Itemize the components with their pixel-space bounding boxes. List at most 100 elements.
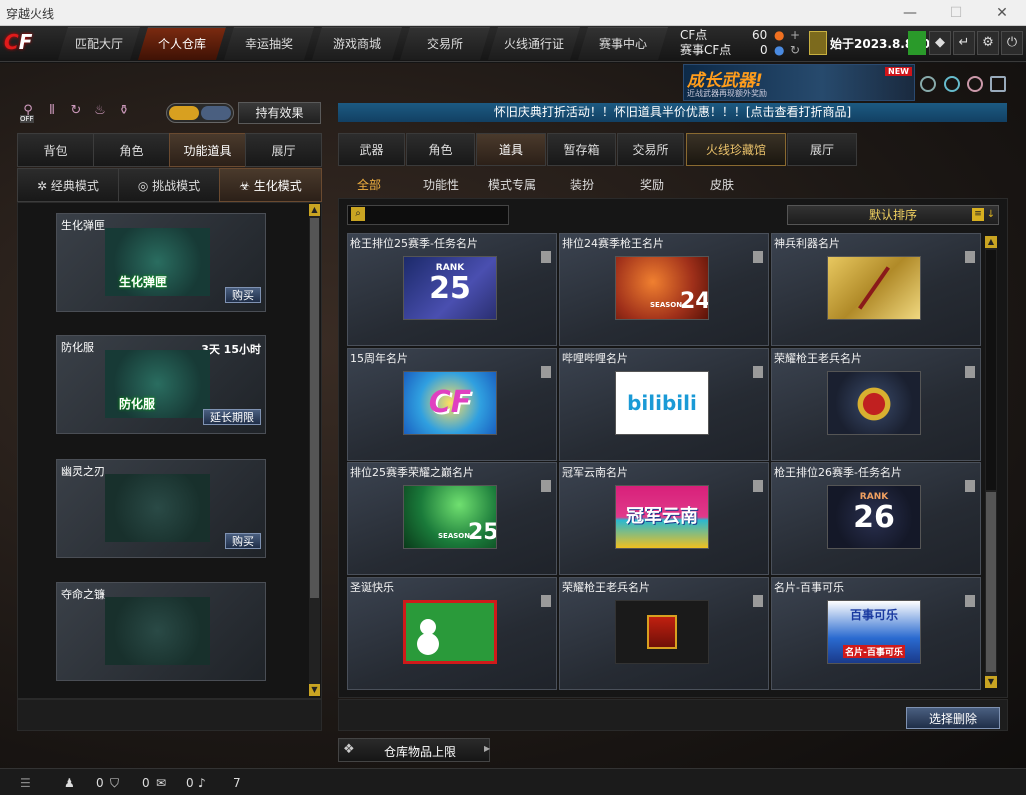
buy-button[interactable]: 购买 [225, 533, 261, 549]
item-card[interactable]: 荣耀枪王老兵名片 x [771, 348, 981, 461]
subtab-mode-exclusive[interactable]: 模式专属 [488, 176, 536, 193]
nav-lucky-draw[interactable]: 幸运抽奖 [224, 27, 314, 60]
refresh-cycle-icon[interactable]: ↻ [68, 103, 84, 121]
view-toggle[interactable] [166, 103, 234, 123]
badge-icon-4[interactable] [990, 76, 1006, 92]
select-delete-button[interactable]: 选择删除 [906, 707, 1000, 729]
mode-challenge[interactable]: ◎ 挑战模式 [118, 168, 220, 202]
list-item[interactable]: 生化弹匣 生化弹匣 购买 [56, 213, 266, 312]
capacity-bar[interactable]: ❖ 仓库物品上限 ▶ [338, 738, 490, 762]
subtab-skins[interactable]: 皮肤 [710, 176, 734, 193]
search-input[interactable]: ⌕ [347, 205, 509, 225]
chat-icon[interactable]: ✉ [156, 776, 166, 790]
nav-exchange[interactable]: 交易所 [400, 27, 490, 60]
left-scrollbar[interactable]: ▲ ▼ [309, 204, 320, 696]
trash-icon[interactable]: x [753, 251, 763, 263]
right-scrollbar[interactable]: ▲ ▼ [985, 236, 997, 688]
tab-storage-box[interactable]: 暂存箱 [547, 133, 616, 166]
item-card[interactable]: 圣诞快乐 x [347, 577, 557, 690]
item-card[interactable]: 排位25赛季荣耀之巅名片 x SEASON25 [347, 462, 557, 575]
mode-classic[interactable]: ✲ 经典模式 [17, 168, 119, 202]
tab-functional-items[interactable]: 功能道具 [169, 133, 246, 167]
egg-icon[interactable]: ⚱ [116, 103, 132, 121]
trash-icon[interactable]: x [965, 595, 975, 607]
volume-icon[interactable]: ♪ [198, 776, 206, 790]
shield-icon[interactable]: ◆ [929, 31, 951, 55]
power-icon[interactable]: ⏻ [1001, 31, 1023, 55]
settings-gear-icon[interactable]: ⚙ [977, 31, 999, 55]
list-item[interactable]: 幽灵之刃 购买 [56, 459, 266, 558]
list-item[interactable]: 防化服 3天 15小时 防化服 延长期限 [56, 335, 266, 434]
nav-match-lobby[interactable]: 匹配大厅 [58, 27, 140, 60]
item-card[interactable]: 枪王排位25赛季-任务名片 x RANK25 [347, 233, 557, 346]
switch-icon[interactable]: ↵ [953, 31, 975, 55]
menu-icon[interactable]: ☰ [20, 776, 31, 790]
holding-effects-button[interactable]: 持有效果 [238, 102, 321, 124]
scroll-thumb[interactable] [986, 492, 996, 672]
add-cf-points-button[interactable]: + [790, 28, 800, 43]
badge-icon-1[interactable] [920, 76, 936, 92]
item-card[interactable]: 神兵利器名片 x [771, 233, 981, 346]
tab-weapons[interactable]: 武器 [338, 133, 405, 166]
item-card[interactable]: 哔哩哔哩名片 x bilibili [559, 348, 769, 461]
trash-icon[interactable]: x [965, 251, 975, 263]
trash-icon[interactable]: x [753, 366, 763, 378]
expand-arrow-icon[interactable]: ▶ [484, 744, 490, 753]
close-button[interactable]: ✕ [979, 0, 1025, 26]
scroll-up-arrow[interactable]: ▲ [985, 236, 997, 248]
item-card[interactable]: 名片-百事可乐x 百事可乐名片-百事可乐 [771, 577, 981, 690]
scroll-down-arrow[interactable]: ▼ [309, 684, 320, 696]
item-card[interactable]: 枪王排位26赛季-任务名片 x RANK26 [771, 462, 981, 575]
nav-game-mall[interactable]: 游戏商城 [312, 27, 402, 60]
item-card[interactable]: 冠军云南名片 x 冠军云南 [559, 462, 769, 575]
maximize-button[interactable]: ☐ [933, 0, 979, 26]
sale-notice-bar[interactable]: 怀旧庆典打折活动！！怀旧道具半价优惠！！！[点击查看打折商品] [338, 103, 1007, 122]
trash-icon[interactable]: x [753, 595, 763, 607]
toggle-right-option[interactable] [201, 106, 231, 120]
toggle-left-option[interactable] [169, 106, 199, 120]
scroll-track[interactable] [986, 250, 996, 490]
badge-icon-3[interactable] [967, 76, 983, 92]
item-card[interactable]: 荣耀枪王老兵名片 x [559, 577, 769, 690]
tab-items[interactable]: 道具 [476, 133, 546, 166]
mode-biochem[interactable]: ☣ 生化模式 [219, 168, 322, 202]
sort-dropdown[interactable]: 默认排序 ≡ ↓ [787, 205, 999, 225]
sort-direction-icon[interactable]: ↓ [986, 208, 996, 221]
scroll-up-arrow[interactable]: ▲ [309, 204, 320, 216]
tab-collection-hall[interactable]: 火线珍藏馆 [686, 133, 786, 166]
subtab-all[interactable]: 全部 [357, 176, 381, 193]
tab-backpack[interactable]: 背包 [17, 133, 94, 167]
scroll-thumb[interactable] [310, 218, 319, 598]
item-card[interactable]: 排位24赛季枪王名片 x SEASON24 [559, 233, 769, 346]
minimize-button[interactable]: — [887, 0, 933, 26]
trash-icon[interactable]: x [541, 366, 551, 378]
extend-button[interactable]: 延长期限 [203, 409, 261, 425]
nav-event-center[interactable]: 赛事中心 [578, 27, 668, 60]
trash-icon[interactable]: x [965, 480, 975, 492]
trash-icon[interactable]: x [965, 366, 975, 378]
list-item[interactable]: 夺命之镰 [56, 582, 266, 681]
trash-icon[interactable]: x [753, 480, 763, 492]
badge-icon-2[interactable] [944, 76, 960, 92]
potion-icon[interactable]: ♨ [92, 103, 108, 121]
promo-banner[interactable]: 成长武器! 近战武器再现额外奖励 NEW [683, 64, 915, 101]
trash-icon[interactable]: x [541, 251, 551, 263]
trash-icon[interactable]: x [541, 480, 551, 492]
tab-character[interactable]: 角色 [93, 133, 170, 167]
nav-battle-pass[interactable]: 火线通行证 [488, 27, 580, 60]
tab-showroom[interactable]: 展厅 [245, 133, 322, 167]
trash-icon[interactable]: x [541, 595, 551, 607]
subtab-cosmetics[interactable]: 装扮 [570, 176, 594, 193]
tab-characters[interactable]: 角色 [406, 133, 475, 166]
subtab-functional[interactable]: 功能性 [423, 176, 459, 193]
chart-icon[interactable]: ⫴ [44, 103, 60, 121]
tab-exchange[interactable]: 交易所 [617, 133, 684, 166]
off-toggle-icon[interactable]: OFF ⚲ [20, 103, 36, 123]
item-card[interactable]: 15周年名片 x CF [347, 348, 557, 461]
scroll-down-arrow[interactable]: ▼ [985, 676, 997, 688]
sort-list-icon[interactable]: ≡ [972, 208, 984, 221]
refresh-icon[interactable]: ↻ [790, 43, 800, 58]
buy-button[interactable]: 购买 [225, 287, 261, 303]
tab-showroom-right[interactable]: 展厅 [787, 133, 857, 166]
subtab-rewards[interactable]: 奖励 [640, 176, 664, 193]
